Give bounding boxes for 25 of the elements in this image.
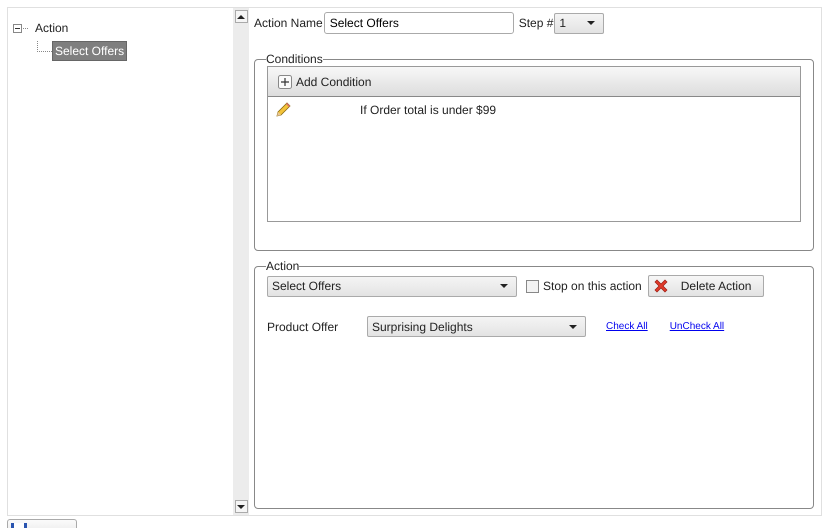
condition-text: If Order total is under $99	[360, 103, 496, 117]
stop-checkbox-label: Stop on this action	[543, 279, 642, 293]
scroll-up-icon[interactable]	[234, 10, 248, 23]
delete-action-button[interactable]: Delete Action	[648, 275, 764, 297]
tree-item[interactable]: Select Offers	[52, 41, 128, 61]
conditions-legend: Conditions	[266, 52, 323, 66]
action-type-dropdown[interactable]: Select Offers	[267, 276, 517, 296]
step-dropdown[interactable]: 1	[554, 12, 604, 34]
plus-icon	[278, 74, 292, 88]
action-name-label: Action Name	[254, 16, 323, 30]
scrollbar[interactable]	[233, 8, 249, 515]
product-offer-dropdown[interactable]: Surprising Delights	[367, 316, 586, 337]
link[interactable]: UnCheck All	[670, 321, 724, 332]
delete-x-icon	[652, 278, 669, 294]
pencil-icon[interactable]	[274, 101, 292, 119]
scroll-down-icon[interactable]	[234, 500, 248, 513]
step-label: Step #	[518, 16, 554, 30]
link[interactable]: Check All	[606, 321, 648, 332]
product-offer-label: Product Offer	[267, 320, 340, 334]
action-name-field[interactable]: Select Offers	[324, 12, 514, 34]
action-legend: Action	[266, 259, 300, 273]
tree-item[interactable]: Action	[32, 18, 72, 38]
add-condition-button[interactable]: Add Condition	[278, 74, 372, 88]
stop-checkbox[interactable]	[526, 280, 539, 292]
collapse-toggle-icon[interactable]	[13, 24, 22, 32]
